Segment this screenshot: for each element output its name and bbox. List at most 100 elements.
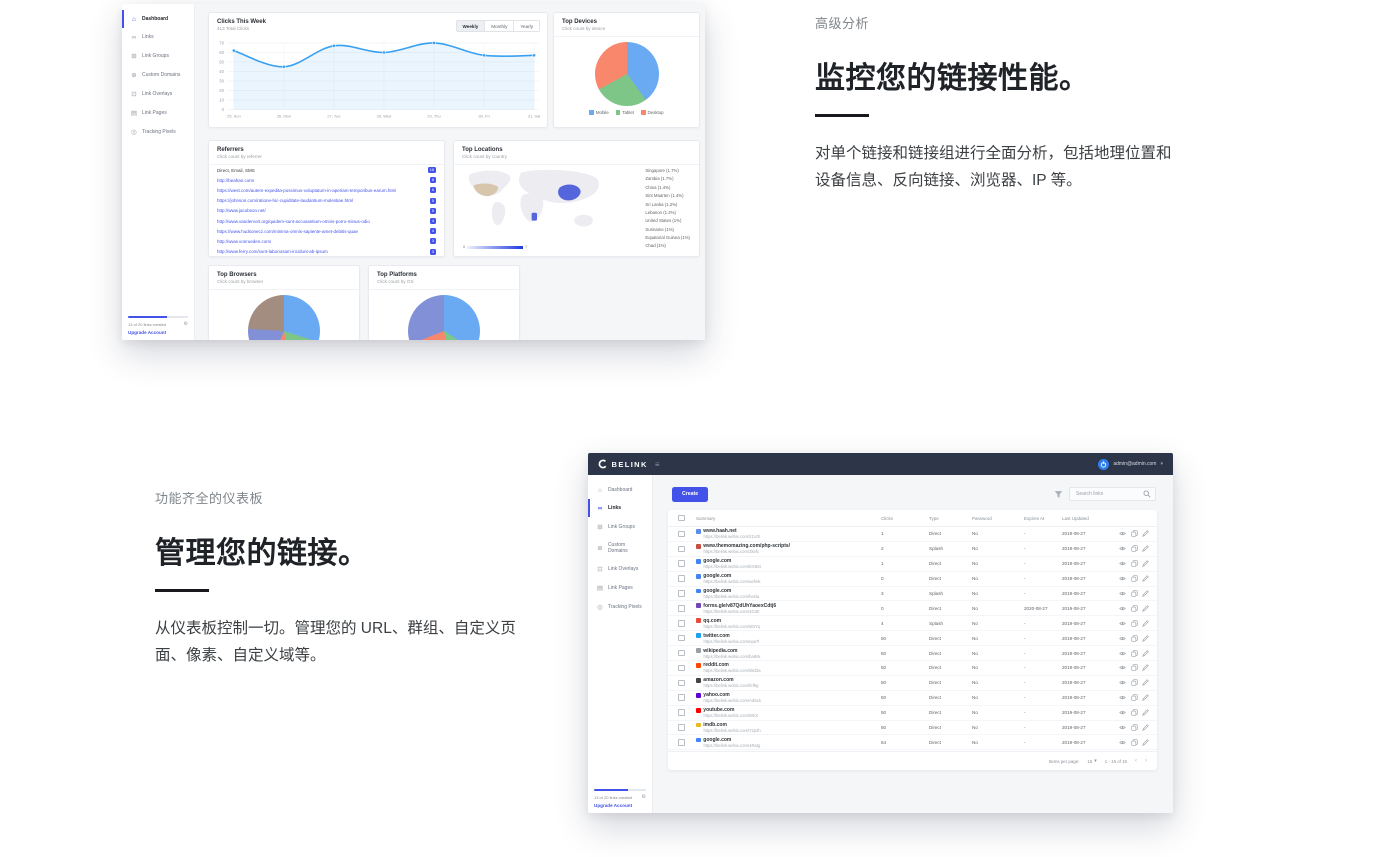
copy-icon[interactable]	[1131, 679, 1138, 686]
copy-icon[interactable]	[1131, 709, 1138, 716]
stats-eye-icon[interactable]	[1119, 739, 1126, 746]
short-url[interactable]: https://belink.webix.com/sEtYq	[704, 624, 882, 629]
edit-pencil-icon[interactable]	[1142, 650, 1149, 657]
referrer-label[interactable]: http://www.vandervort.org/quidem-sunt-ac…	[217, 219, 370, 224]
short-url[interactable]: https://belink.webix.com/aefmk	[704, 579, 882, 584]
stats-eye-icon[interactable]	[1119, 679, 1126, 686]
short-url[interactable]: https://belink.webix.com/4Ratg	[704, 743, 882, 748]
upgrade-account-link[interactable]: Upgrade Account	[128, 330, 188, 335]
link-title[interactable]: forms.gle/v87QdUhYaoexCdtj6	[703, 603, 776, 609]
referrer-label[interactable]: http://beahan.com/	[217, 178, 254, 183]
sidebar-item-link-pages[interactable]: ▤ Link Pages	[588, 578, 652, 597]
copy-icon[interactable]	[1131, 664, 1138, 671]
filter-funnel-icon[interactable]	[1054, 490, 1063, 499]
link-title[interactable]: qq.com	[703, 618, 721, 624]
sidebar-item-dashboard[interactable]: ⌂ Dashboard	[122, 10, 194, 28]
select-all-checkbox[interactable]	[678, 515, 685, 522]
chevron-down-icon[interactable]: ▾	[1160, 461, 1163, 467]
row-checkbox[interactable]	[678, 680, 685, 687]
short-url[interactable]: https://belink.webix.com/npa7l	[704, 639, 882, 644]
referrer-label[interactable]: http://www.ferry.com/sunt-laboriosam-inc…	[217, 249, 328, 254]
account-email[interactable]: admin@admin.com	[1113, 461, 1156, 467]
row-checkbox[interactable]	[678, 560, 685, 567]
sidebar-item-dashboard[interactable]: ⌂ Dashboard	[588, 481, 652, 499]
copy-icon[interactable]	[1131, 560, 1138, 567]
edit-pencil-icon[interactable]	[1142, 590, 1149, 597]
short-url[interactable]: https://belink.webix.com/5kd3a	[704, 668, 882, 673]
hamburger-menu-icon[interactable]: ≡	[655, 460, 660, 469]
copy-icon[interactable]	[1131, 590, 1138, 597]
short-url[interactable]: https://belink.webix.com/2kefc	[704, 549, 882, 554]
row-checkbox[interactable]	[678, 635, 685, 642]
edit-pencil-icon[interactable]	[1142, 694, 1149, 701]
copy-icon[interactable]	[1131, 694, 1138, 701]
edit-pencil-icon[interactable]	[1142, 724, 1149, 731]
stats-eye-icon[interactable]	[1119, 709, 1126, 716]
stats-eye-icon[interactable]	[1119, 545, 1126, 552]
edit-pencil-icon[interactable]	[1142, 620, 1149, 627]
short-url[interactable]: https://belink.webix.com/hesla	[704, 594, 882, 599]
short-url[interactable]: https://belink.webix.com/72p4h	[704, 728, 882, 733]
stats-eye-icon[interactable]	[1119, 560, 1126, 567]
link-title[interactable]: twitter.com	[703, 633, 729, 639]
copy-icon[interactable]	[1131, 635, 1138, 642]
copy-icon[interactable]	[1131, 620, 1138, 627]
items-per-page-select[interactable]: 15 ▾	[1087, 758, 1096, 764]
referrer-label[interactable]: http://www.jacobson.net/	[217, 208, 266, 213]
short-url[interactable]: https://belink.webix.com/4G3tr	[704, 609, 882, 614]
edit-pencil-icon[interactable]	[1142, 635, 1149, 642]
stats-eye-icon[interactable]	[1119, 605, 1126, 612]
stats-eye-icon[interactable]	[1119, 530, 1126, 537]
edit-pencil-icon[interactable]	[1142, 664, 1149, 671]
row-checkbox[interactable]	[678, 575, 685, 582]
search-icon[interactable]	[1143, 490, 1151, 498]
stats-eye-icon[interactable]	[1119, 664, 1126, 671]
sidebar-item-links[interactable]: ∞ Links	[122, 28, 194, 46]
stats-eye-icon[interactable]	[1119, 575, 1126, 582]
edit-pencil-icon[interactable]	[1142, 679, 1149, 686]
referrer-label[interactable]: https://johnson.com/ratione-hic-cupidita…	[217, 198, 353, 203]
row-checkbox[interactable]	[678, 531, 685, 538]
sidebar-item-link-groups[interactable]: ⊞ Link Groups	[588, 517, 652, 536]
copy-icon[interactable]	[1131, 575, 1138, 582]
edit-pencil-icon[interactable]	[1142, 545, 1149, 552]
short-url[interactable]: https://belink.webix.com/ba8nk	[704, 654, 882, 659]
short-url[interactable]: https://belink.webix.com/EXBst	[704, 564, 882, 569]
edit-pencil-icon[interactable]	[1142, 530, 1149, 537]
row-checkbox[interactable]	[678, 665, 685, 672]
referrer-label[interactable]: http://www.vonrueden.com/	[217, 239, 271, 244]
copy-icon[interactable]	[1131, 724, 1138, 731]
row-checkbox[interactable]	[678, 590, 685, 597]
edit-pencil-icon[interactable]	[1142, 560, 1149, 567]
sidebar-item-link-groups[interactable]: ⊞ Link Groups	[122, 46, 194, 65]
stats-eye-icon[interactable]	[1119, 694, 1126, 701]
short-url[interactable]: https://belink.webix.com/Ad8Lk	[704, 698, 882, 703]
create-link-button[interactable]: Create	[672, 487, 708, 502]
copy-icon[interactable]	[1131, 650, 1138, 657]
row-checkbox[interactable]	[678, 739, 685, 746]
short-url[interactable]: https://belink.webix.com/21vzh	[704, 534, 882, 539]
next-page-icon[interactable]: ›	[1145, 758, 1147, 764]
short-url[interactable]: https://belink.webix.com/BrkX	[704, 713, 882, 718]
sidebar-item-tracking-pixels[interactable]: ◎ Tracking Pixels	[588, 597, 652, 616]
prev-page-icon[interactable]: ‹	[1135, 758, 1137, 764]
gear-icon[interactable]: ⚙	[642, 794, 646, 800]
edit-pencil-icon[interactable]	[1142, 709, 1149, 716]
link-title[interactable]: wikipedia.com	[703, 648, 737, 654]
sidebar-item-links[interactable]: ∞ Links	[588, 499, 652, 517]
row-checkbox[interactable]	[678, 650, 685, 657]
search-input[interactable]	[1074, 490, 1140, 498]
referrer-label[interactable]: https://west.com/autem-expedita-possimus…	[217, 188, 396, 193]
gear-icon[interactable]: ⚙	[184, 321, 188, 327]
sidebar-item-link-pages[interactable]: ▤ Link Pages	[122, 103, 194, 122]
row-checkbox[interactable]	[678, 709, 685, 716]
sidebar-item-custom-domains[interactable]: ⊕ Custom Domains	[588, 536, 652, 559]
stats-eye-icon[interactable]	[1119, 620, 1126, 627]
short-url[interactable]: https://belink.webix.com/fef9g	[704, 683, 882, 688]
stats-eye-icon[interactable]	[1119, 590, 1126, 597]
sidebar-item-link-overlays[interactable]: ⊡ Link Overlays	[122, 84, 194, 103]
edit-pencil-icon[interactable]	[1142, 575, 1149, 582]
sidebar-item-tracking-pixels[interactable]: ◎ Tracking Pixels	[122, 122, 194, 141]
power-logout-icon[interactable]	[1098, 459, 1109, 470]
stats-eye-icon[interactable]	[1119, 635, 1126, 642]
